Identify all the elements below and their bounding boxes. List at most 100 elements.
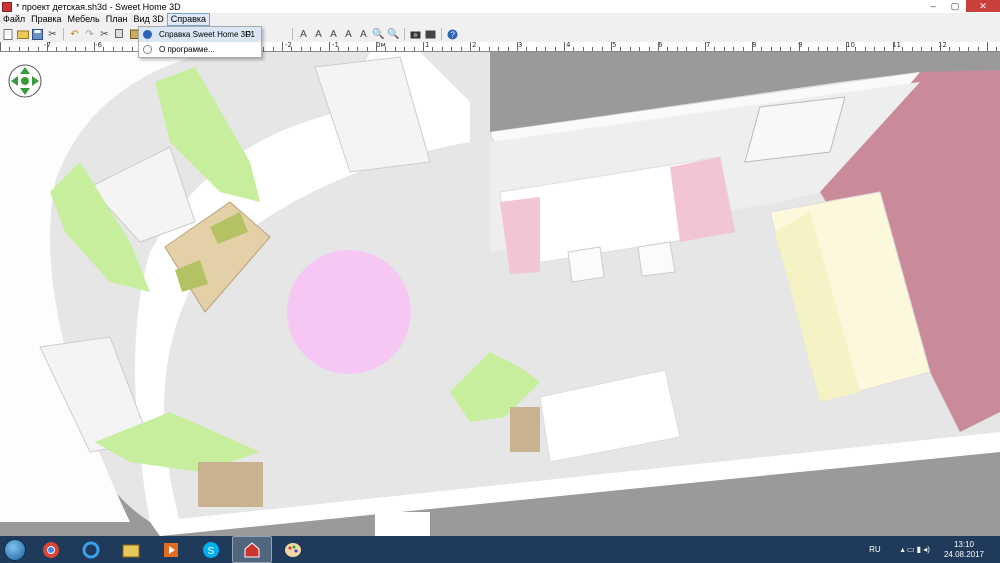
save-icon[interactable] [31, 28, 44, 41]
minimize-button[interactable]: – [922, 0, 944, 12]
ruler-tick [978, 47, 979, 51]
navigation-arrows-icon[interactable] [8, 64, 42, 98]
ruler-tick [442, 47, 443, 51]
ruler-tick [301, 47, 302, 51]
new-icon[interactable] [1, 28, 14, 41]
menu-item-help[interactable]: Справка Sweet Home 3D F1 [139, 27, 261, 42]
plant-pot [198, 462, 263, 507]
ruler-tick [987, 42, 988, 51]
ruler-tick [921, 47, 922, 51]
ruler-tick [827, 47, 828, 51]
menu-item-about-label: О программе... [159, 45, 215, 54]
ruler-tick [583, 47, 584, 51]
ruler-tick [545, 47, 546, 51]
plant-pot [510, 407, 540, 452]
ruler-tick [705, 42, 706, 51]
copy-icon[interactable] [113, 28, 126, 41]
redo-icon[interactable]: ↷ [83, 28, 96, 41]
ruler-tick [489, 47, 490, 51]
ruler-tick [780, 47, 781, 51]
ruler-tick [940, 42, 941, 51]
menu-help[interactable]: Справка [166, 13, 211, 26]
ruler-tick [799, 42, 800, 51]
language-indicator[interactable]: RU [869, 545, 881, 554]
close-button[interactable]: ✕ [966, 0, 1000, 12]
cut-icon[interactable]: ✂ [98, 28, 111, 41]
text-style-icon[interactable]: A [357, 28, 370, 41]
text-style-icon[interactable]: A [327, 28, 340, 41]
menu-furniture[interactable]: Мебель [65, 13, 103, 26]
chair [567, 246, 605, 283]
text-style-icon[interactable]: A [297, 28, 310, 41]
zoom-in-icon[interactable]: 🔍 [372, 28, 385, 41]
ruler-tick [273, 47, 274, 51]
maximize-button[interactable]: ▢ [944, 0, 966, 12]
file-explorer-icon[interactable] [112, 537, 150, 562]
ruler-tick [508, 47, 509, 51]
ruler-tick [874, 47, 875, 51]
ruler-tick [846, 42, 847, 51]
ruler-tick [310, 47, 311, 51]
ruler-tick [263, 47, 264, 51]
undo-icon[interactable]: ↶ [68, 28, 81, 41]
menu-item-about[interactable]: О программе... [139, 42, 261, 57]
menu-file[interactable]: Файл [0, 13, 28, 26]
ruler-tick [395, 47, 396, 51]
text-style-icon[interactable]: A [342, 28, 355, 41]
ruler-tick [38, 47, 39, 51]
clock[interactable]: 13:10 24.08.2017 [944, 540, 984, 560]
3d-scene[interactable] [0, 52, 1000, 536]
ruler-tick [357, 47, 358, 51]
system-tray: RU ▴ ▭ ▮ ◂) 13:10 24.08.2017 [869, 536, 1000, 563]
help-icon [143, 30, 152, 39]
windows-start-icon [4, 538, 26, 561]
ruler-tick [348, 47, 349, 51]
3d-view[interactable] [0, 52, 1000, 536]
ruler-tick [996, 47, 997, 51]
clock-time: 13:10 [953, 539, 974, 549]
ruler-tick [75, 47, 76, 51]
ruler-tick [893, 42, 894, 51]
ruler-tick [132, 47, 133, 51]
menu-item-help-label: Справка Sweet Home 3D [159, 30, 251, 39]
open-icon[interactable] [16, 28, 29, 41]
menu-edit[interactable]: Правка [28, 13, 64, 26]
internet-explorer-icon[interactable] [72, 537, 110, 562]
wall-block [375, 512, 430, 536]
ruler-tick [592, 47, 593, 51]
create-video-icon[interactable] [424, 28, 437, 41]
ruler-tick [686, 47, 687, 51]
menu-bar: Файл Правка Мебель План Вид 3D Справка [0, 13, 1000, 26]
ruler-tick [423, 42, 424, 51]
ruler-tick [0, 42, 1, 51]
ruler-tick [122, 47, 123, 51]
ruler-tick [517, 42, 518, 51]
ruler-tick [667, 47, 668, 51]
ruler-tick [902, 47, 903, 51]
ruler-tick [536, 47, 537, 51]
ruler-tick [85, 47, 86, 51]
ruler-tick [696, 47, 697, 51]
cut-icon[interactable]: ✂ [46, 28, 59, 41]
paint-icon[interactable] [274, 537, 312, 562]
ruler-tick [404, 47, 405, 51]
ruler-tick [649, 47, 650, 51]
window-title: * проект детская.sh3d - Sweet Home 3D [16, 1, 181, 12]
menu-3d-view[interactable]: Вид 3D [130, 13, 166, 26]
chrome-icon[interactable] [32, 537, 70, 562]
ruler-tick [564, 42, 565, 51]
menu-plan[interactable]: План [103, 13, 131, 26]
skype-icon[interactable]: S [192, 537, 230, 562]
help-icon[interactable]: ? [446, 28, 459, 41]
app-icon [2, 1, 12, 12]
tray-icons[interactable]: ▴ ▭ ▮ ◂) [901, 545, 930, 554]
start-button[interactable] [0, 536, 30, 563]
text-style-icon[interactable]: A [312, 28, 325, 41]
ruler-tick [771, 47, 772, 51]
sweet-home-3d-icon[interactable] [232, 536, 272, 563]
zoom-out-icon[interactable]: 🔍 [387, 28, 400, 41]
media-player-icon[interactable] [152, 537, 190, 562]
create-photo-icon[interactable] [409, 28, 422, 41]
ruler-tick [113, 47, 114, 51]
help-menu-dropdown: Справка Sweet Home 3D F1 О программе... [138, 26, 262, 58]
